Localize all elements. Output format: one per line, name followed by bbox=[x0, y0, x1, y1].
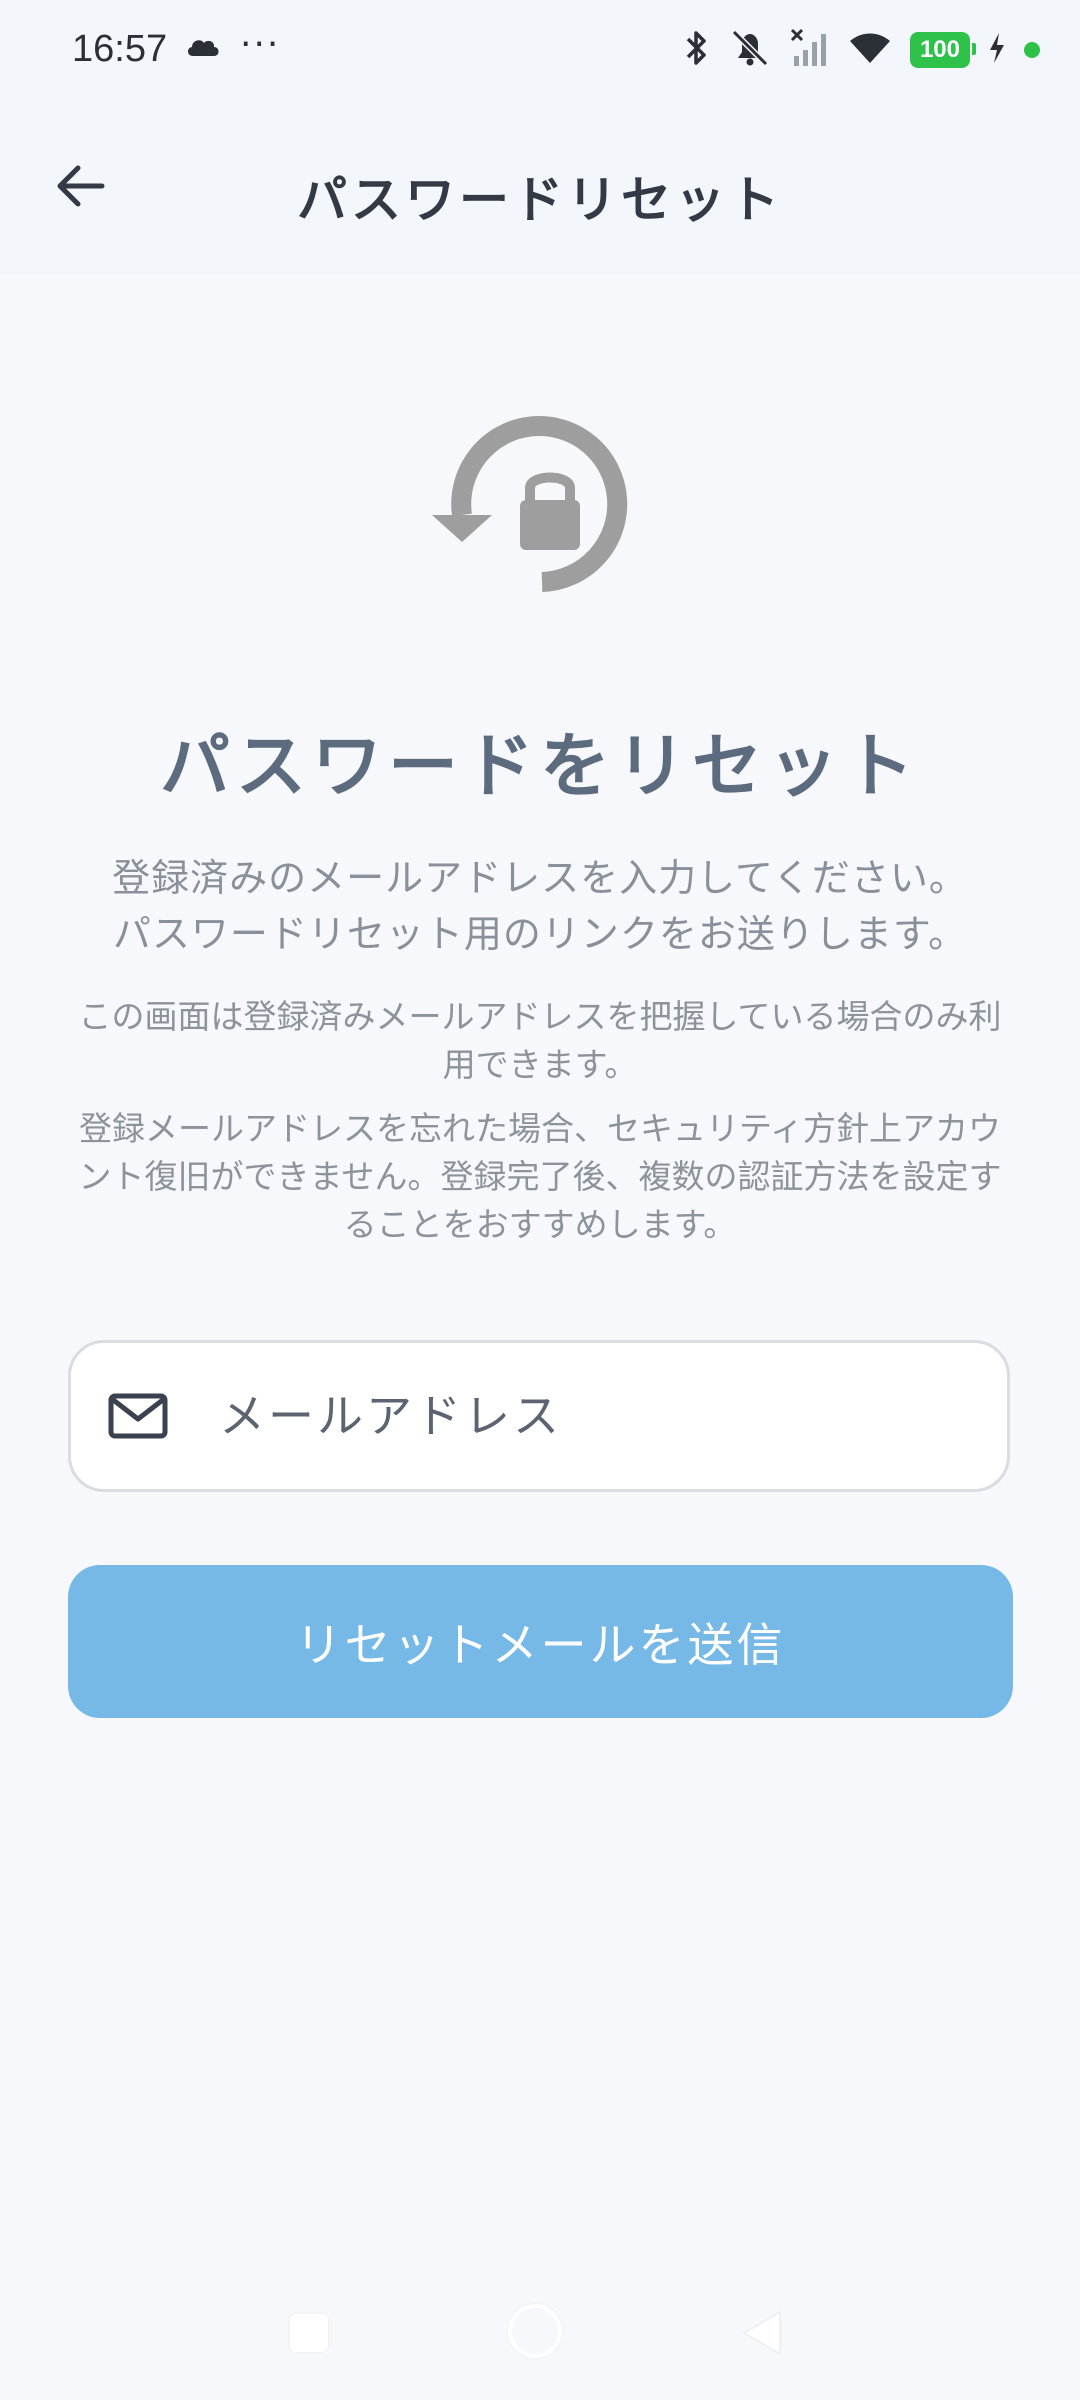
charging-icon bbox=[988, 33, 1006, 67]
notes: この画面は登録済みメールアドレスを把握している場合のみ利用できます。 登録メール… bbox=[70, 993, 1010, 1265]
note-usage: この画面は登録済みメールアドレスを把握している場合のみ利用できます。 bbox=[78, 997, 1002, 1084]
description: 登録済みのメールアドレスを入力してください。 パスワードリセット用のリンクをお送… bbox=[60, 850, 1020, 962]
system-back-button[interactable] bbox=[740, 2308, 784, 2362]
signal-off-icon bbox=[790, 28, 830, 72]
recents-button[interactable] bbox=[290, 2314, 328, 2352]
bell-off-icon bbox=[728, 28, 772, 72]
send-reset-email-button[interactable]: リセットメールを送信 bbox=[68, 1565, 1013, 1718]
status-bar: 16:57 ··· 100 bbox=[0, 0, 1080, 105]
description-line-2: パスワードリセット用のリンクをお送りします。 bbox=[112, 912, 968, 956]
bluetooth-icon bbox=[684, 29, 710, 71]
page-title: パスワードリセット bbox=[297, 171, 783, 229]
battery-indicator: 100 bbox=[909, 32, 977, 68]
wifi-icon bbox=[848, 31, 892, 69]
headline: パスワードをリセット bbox=[160, 725, 920, 807]
status-more-dots: ··· bbox=[240, 24, 281, 65]
status-icons: 100 bbox=[684, 28, 1040, 72]
email-input[interactable] bbox=[217, 1388, 921, 1444]
home-button[interactable] bbox=[508, 2304, 562, 2358]
lock-reset-icon bbox=[432, 410, 642, 600]
description-line-1: 登録済みのメールアドレスを入力してください。 bbox=[112, 856, 968, 900]
note-recovery: 登録メールアドレスを忘れた場合、セキュリティ方針上アカウント復旧ができません。登… bbox=[78, 1109, 1002, 1244]
mail-icon bbox=[107, 1391, 169, 1441]
privacy-indicator-dot bbox=[1024, 42, 1040, 58]
app-bar: パスワードリセット bbox=[0, 105, 1080, 275]
system-nav-bar bbox=[0, 2280, 1080, 2400]
cloud-icon bbox=[185, 36, 221, 62]
email-field[interactable] bbox=[68, 1340, 1010, 1492]
status-time: 16:57 bbox=[72, 28, 168, 70]
